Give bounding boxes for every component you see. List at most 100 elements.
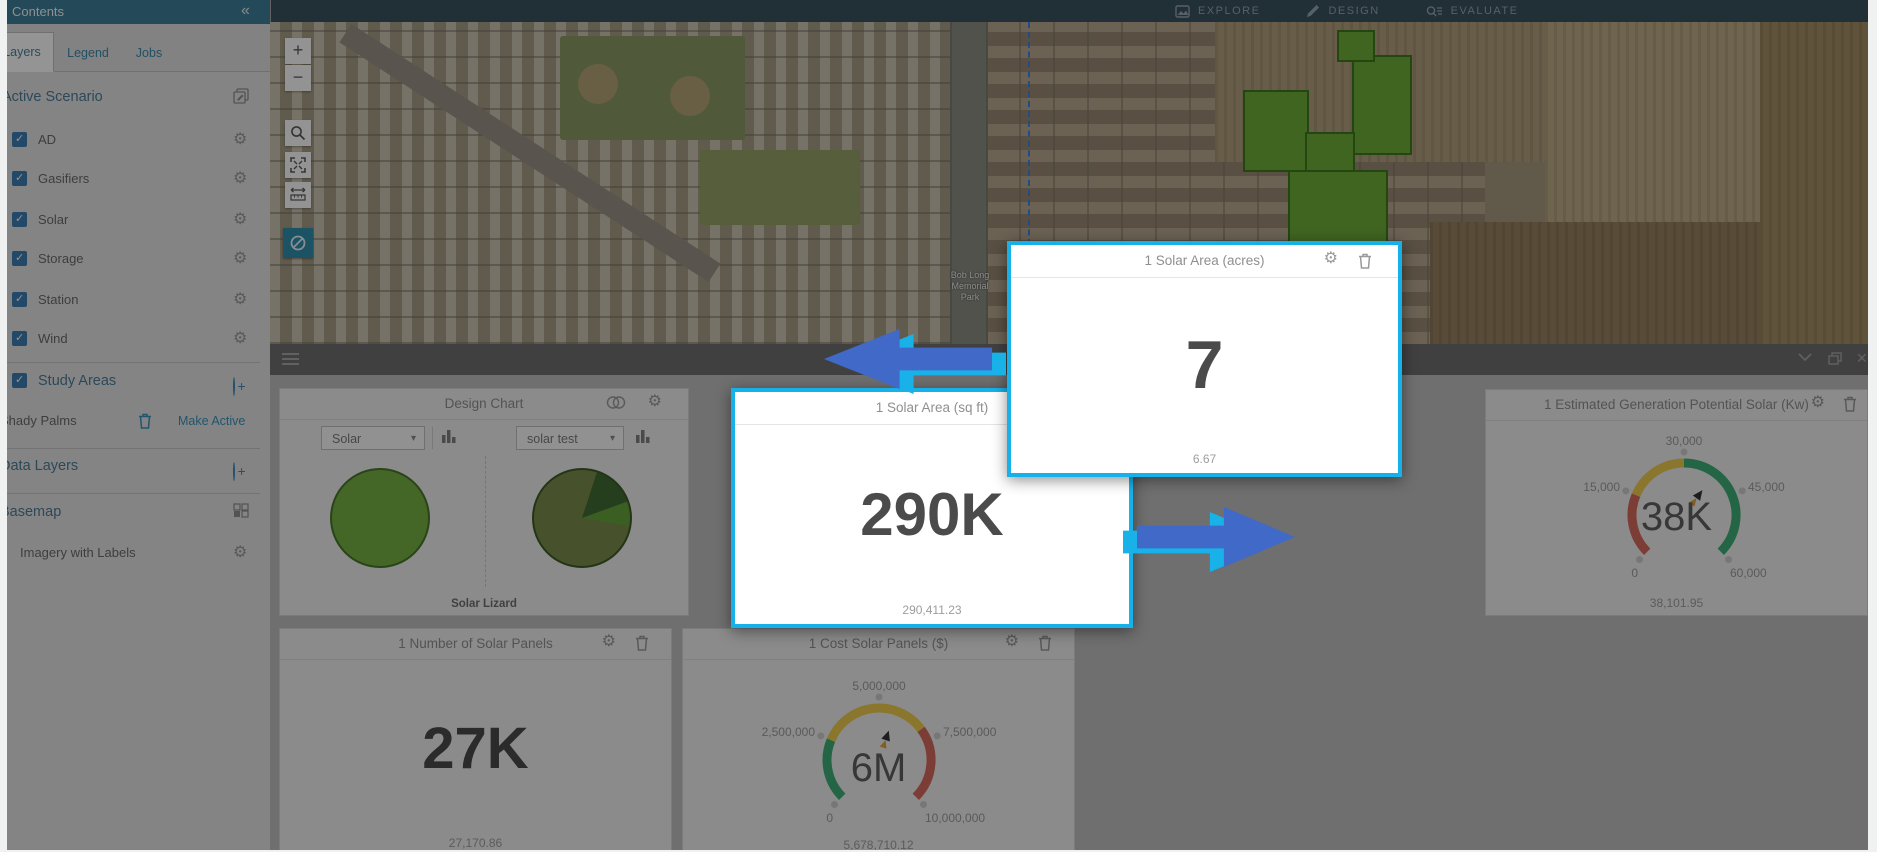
explore-icon xyxy=(1175,5,1190,18)
checkbox-storage[interactable] xyxy=(12,251,27,266)
basemap-gear-icon[interactable]: ⚙ xyxy=(233,544,251,562)
layer-label: Storage xyxy=(38,251,84,266)
active-map-tool-button[interactable] xyxy=(283,228,313,258)
study-area-item-row[interactable]: Shady Palms Make Active xyxy=(0,406,270,436)
delete-study-area-icon[interactable] xyxy=(138,413,152,429)
layer-row-storage[interactable]: Storage ⚙ xyxy=(0,244,270,274)
divider xyxy=(485,456,486,587)
map-park xyxy=(700,150,860,225)
divider xyxy=(0,448,260,449)
map-place-label: Bob Long Memorial Park xyxy=(930,270,1010,303)
tab-jobs[interactable]: Jobs xyxy=(126,34,172,72)
stat-raw-value: 6.67 xyxy=(1011,452,1398,473)
duplicate-scenario-icon[interactable] xyxy=(233,88,251,106)
checkbox-ad[interactable] xyxy=(12,132,27,147)
solar-design-polygon xyxy=(1352,55,1412,155)
chart-footer-label: Solar Lizard xyxy=(280,598,688,610)
collapse-panel-icon[interactable]: « xyxy=(241,0,250,22)
search-button[interactable] xyxy=(285,120,311,146)
add-data-layer-icon[interactable] xyxy=(233,457,251,475)
design-chart-card: Design Chart ⚙ Solar▾ solar test▾ Sol xyxy=(279,388,689,616)
card-trash-icon[interactable] xyxy=(1358,253,1372,269)
svg-text:45,000: 45,000 xyxy=(1748,480,1785,494)
checkbox-study-areas[interactable] xyxy=(12,373,27,388)
left-series-select[interactable]: Solar▾ xyxy=(321,426,425,450)
est-gen-card: 1 Estimated Generation Potential Solar (… xyxy=(1485,389,1868,616)
tab-layers[interactable]: Layers xyxy=(0,32,54,72)
dashboard-menu-icon[interactable] xyxy=(282,353,299,368)
study-areas-row[interactable]: Study Areas xyxy=(0,366,270,396)
layer-row-gasifiers[interactable]: Gasifiers ⚙ xyxy=(0,164,270,194)
contents-header: Contents « xyxy=(0,0,270,24)
pie-chart-solar xyxy=(330,468,430,568)
checkbox-gasifiers[interactable] xyxy=(12,171,27,186)
study-areas-label: Study Areas xyxy=(38,373,116,389)
card-gear-icon[interactable]: ⚙ xyxy=(1005,633,1019,651)
svg-text:60,000: 60,000 xyxy=(1730,566,1767,580)
card-trash-icon[interactable] xyxy=(1843,396,1857,412)
layer-row-station[interactable]: Station ⚙ xyxy=(0,285,270,315)
bar-chart-icon[interactable] xyxy=(635,429,651,444)
layer-row-solar[interactable]: Solar ⚙ xyxy=(0,205,270,235)
solar-design-polygon xyxy=(1288,170,1388,248)
top-navbar: EXPLORE DESIGN EVALUATE xyxy=(270,0,1868,22)
checkbox-station[interactable] xyxy=(12,292,27,307)
chart-type-toggle-icon[interactable] xyxy=(606,395,626,410)
layer-gear-icon[interactable]: ⚙ xyxy=(233,330,251,348)
card-gear-icon[interactable]: ⚙ xyxy=(1324,250,1338,268)
page-margin xyxy=(0,0,7,852)
layer-gear-icon[interactable]: ⚙ xyxy=(233,291,251,309)
make-active-link[interactable]: Make Active xyxy=(178,406,245,436)
gauge-raw-value: 38,101.95 xyxy=(1486,596,1867,610)
map-ballfield xyxy=(578,64,618,104)
nav-design[interactable]: DESIGN xyxy=(1306,4,1379,18)
gauge-body: 0 15,000 30,000 45,000 60,000 38K 38,101… xyxy=(1486,421,1867,615)
layer-gear-icon[interactable]: ⚙ xyxy=(233,131,251,149)
svg-text:0: 0 xyxy=(1631,566,1638,580)
map-ballfield xyxy=(670,76,710,116)
basemap-item-label: Imagery with Labels xyxy=(20,545,136,560)
zoom-in-button[interactable]: + xyxy=(285,38,311,64)
basemap-row[interactable]: Basemap xyxy=(0,497,270,527)
layer-label: Solar xyxy=(38,212,68,227)
checkbox-solar[interactable] xyxy=(12,212,27,227)
card-gear-icon[interactable]: ⚙ xyxy=(648,393,662,411)
basemap-item-row[interactable]: Imagery with Labels ⚙ xyxy=(0,538,270,568)
solar-design-polygon xyxy=(1243,90,1309,172)
collapse-dashboard-icon[interactable] xyxy=(1798,352,1812,361)
card-trash-icon[interactable] xyxy=(635,635,649,651)
right-series-select[interactable]: solar test▾ xyxy=(516,426,624,450)
measure-button[interactable] xyxy=(285,182,311,208)
card-header: 1 Solar Area (acres) ⚙ xyxy=(1011,245,1398,278)
default-extent-button[interactable] xyxy=(285,152,311,178)
close-dashboard-icon[interactable]: ✕ xyxy=(1856,350,1868,367)
data-layers-row[interactable]: Data Layers xyxy=(0,451,270,481)
zoom-out-button[interactable]: − xyxy=(285,65,311,91)
layer-row-wind[interactable]: Wind ⚙ xyxy=(0,324,270,354)
card-title: Design Chart xyxy=(445,396,524,411)
basemap-gallery-icon[interactable] xyxy=(233,503,251,521)
map-park xyxy=(560,36,745,140)
card-gear-icon[interactable]: ⚙ xyxy=(602,633,616,651)
card-trash-icon[interactable] xyxy=(1038,635,1052,651)
layer-gear-icon[interactable]: ⚙ xyxy=(233,211,251,229)
card-title: 1 Estimated Generation Potential Solar (… xyxy=(1544,397,1809,412)
nav-design-label: DESIGN xyxy=(1328,5,1379,17)
layer-gear-icon[interactable]: ⚙ xyxy=(233,250,251,268)
tab-legend[interactable]: Legend xyxy=(58,34,118,72)
num-panels-card: 1 Number of Solar Panels ⚙ 27K 27,170.86 xyxy=(279,628,672,852)
restore-dashboard-icon[interactable] xyxy=(1828,352,1842,365)
checkbox-wind[interactable] xyxy=(12,331,27,346)
layer-gear-icon[interactable]: ⚙ xyxy=(233,170,251,188)
layer-row-ad[interactable]: AD ⚙ xyxy=(0,125,270,155)
pie-chart-solar-test xyxy=(532,468,632,568)
page-margin xyxy=(1868,0,1877,852)
solar-design-polygon xyxy=(1337,30,1375,62)
add-study-area-icon[interactable] xyxy=(233,372,251,390)
solar-area-acres-card: 1 Solar Area (acres) ⚙ 7 6.67 xyxy=(1007,241,1402,477)
bar-chart-icon[interactable] xyxy=(441,429,457,444)
card-gear-icon[interactable]: ⚙ xyxy=(1811,394,1825,412)
design-chart-body: Solar▾ solar test▾ Solar Lizard xyxy=(280,420,688,615)
nav-evaluate[interactable]: EVALUATE xyxy=(1426,5,1519,18)
nav-explore[interactable]: EXPLORE xyxy=(1175,5,1260,18)
